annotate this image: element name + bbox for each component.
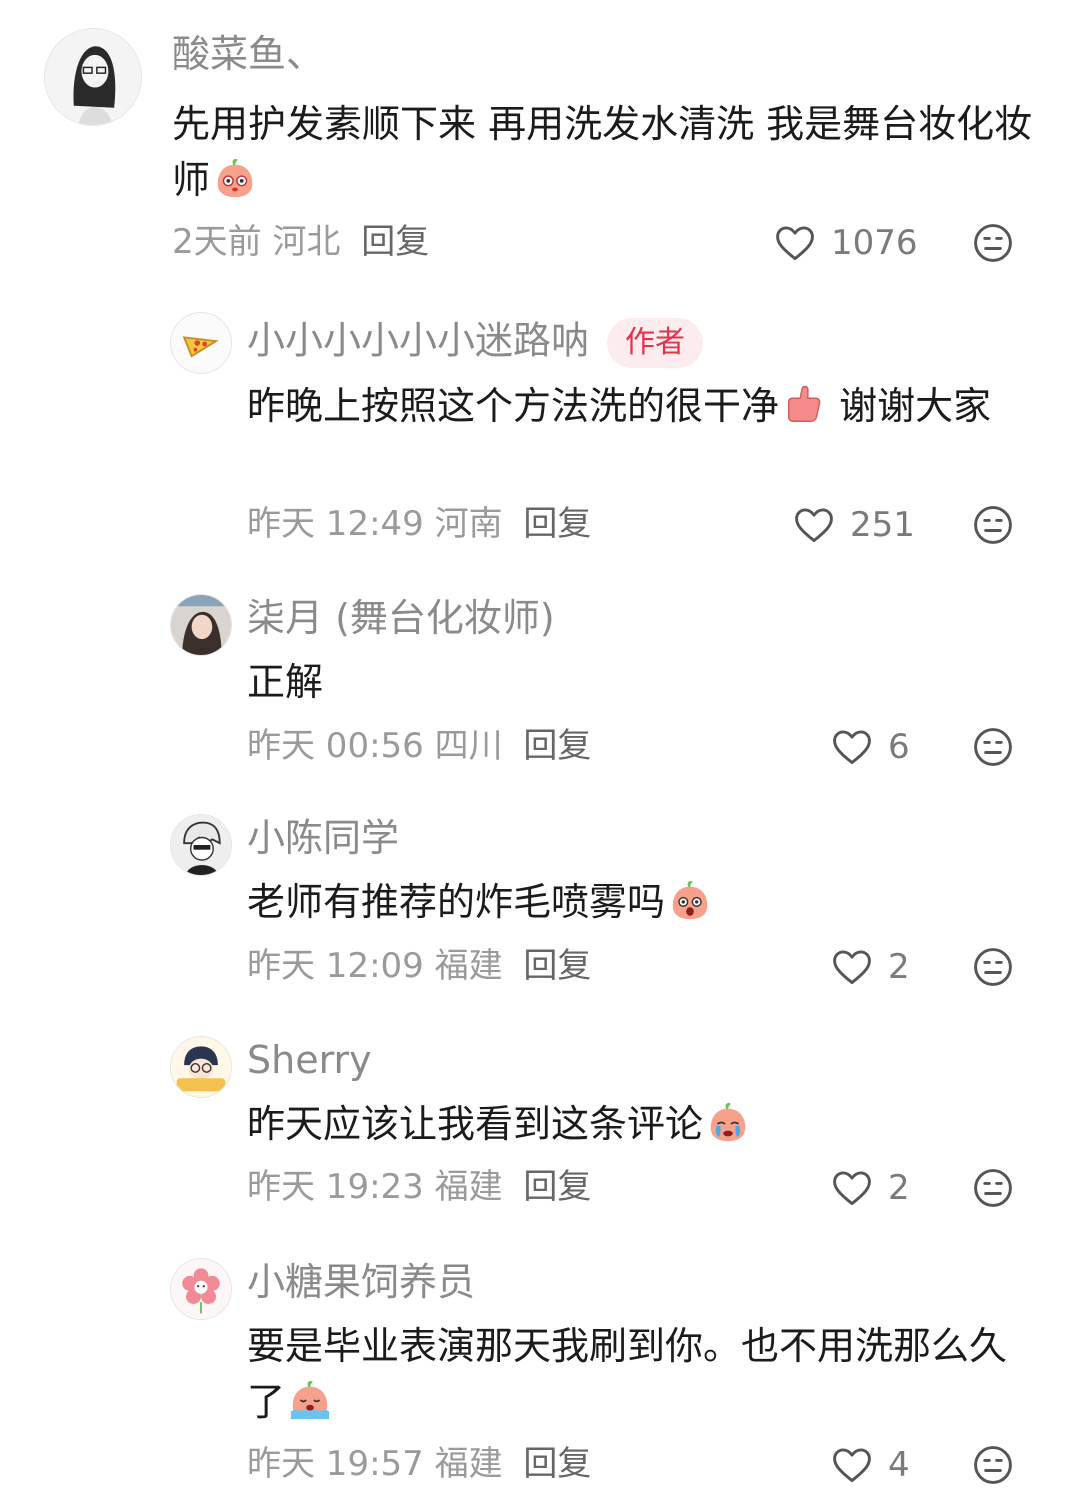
comment-username[interactable]: 小糖果饲养员 [247,1260,475,1304]
neutral-face-icon [974,728,1012,766]
like-count: 1076 [831,223,918,263]
comment-text: 正解 [247,660,324,704]
peach-shock-emoji [672,881,708,920]
comment-username[interactable]: 小陈同学 [247,816,399,860]
comment-item: 小小小小小小迷路呐 作者 昨晚上按照这个方法洗的很干净 谢谢大家 昨天 12:49… [0,280,1079,570]
comment-username[interactable]: Sherry [247,1038,372,1082]
reply-button[interactable]: 回复 [361,222,429,262]
avatar-cartoon-glasses-icon [171,1037,231,1097]
comment-meta: 2天前 河北 回复 [172,222,429,262]
heart-icon [776,226,814,261]
comment-meta: 昨天 00:56 四川 回复 [247,726,591,766]
comment-item: 酸菜鱼、 先用护发素顺下来 再用洗发水清洗 我是舞台妆化妆师 2天前 河北 回复… [0,0,1079,280]
dislike-button[interactable] [971,1443,1015,1487]
reply-button[interactable]: 回复 [523,1444,591,1484]
avatar-flower-icon [171,1259,231,1319]
heart-icon [833,730,871,765]
neutral-face-icon [974,1169,1012,1207]
comment-text: 老师有推荐的炸毛喷雾吗 [247,874,1037,930]
like-count: 251 [850,505,915,545]
comment-item: 小陈同学 老师有推荐的炸毛喷雾吗 昨天 12:09 福建 回复 2 [0,790,1079,1010]
comment-time: 昨天 19:57 [247,1444,424,1484]
like-button[interactable]: 4 [830,1443,930,1487]
peach-wow-emoji [217,159,253,198]
comment-meta: 昨天 19:23 福建 回复 [247,1167,591,1207]
neutral-face-icon [974,224,1012,262]
user-avatar[interactable] [170,1258,232,1320]
like-count: 2 [888,947,910,987]
comment-text: 昨晚上按照这个方法洗的很干净 谢谢大家 [247,378,1037,434]
comment-meta: 昨天 19:57 福建 回复 [247,1444,591,1484]
reply-button[interactable]: 回复 [523,504,591,544]
comment-meta: 昨天 12:49 河南 回复 [247,504,591,544]
like-count: 2 [888,1168,910,1208]
user-avatar[interactable] [170,312,232,374]
heart-icon [833,950,871,985]
comment-location: 福建 [434,1167,503,1207]
comment-username[interactable]: 小小小小小小迷路呐 [247,319,589,363]
comment-text: 昨天应该让我看到这条评论 [247,1096,1037,1152]
heart-icon [833,1171,871,1206]
avatar-girl-sketch-icon [45,29,141,125]
neutral-face-icon [974,1446,1012,1484]
like-button[interactable]: 6 [830,725,930,769]
comment-text: 先用护发素顺下来 再用洗发水清洗 我是舞台妆化妆师 [172,102,1033,202]
dislike-button[interactable] [971,503,1015,547]
reply-button[interactable]: 回复 [523,726,591,766]
comment-location: 河北 [272,222,341,262]
comment-time: 昨天 19:23 [247,1167,424,1207]
comment-location: 福建 [434,1444,503,1484]
comment-username[interactable]: 柒月 (舞台化妆师) [247,596,555,640]
dislike-button[interactable] [971,1166,1015,1210]
peach-cry-emoji [710,1103,746,1142]
peach-sob-emoji [290,1381,330,1420]
reply-button[interactable]: 回复 [523,946,591,986]
user-avatar[interactable] [170,1036,232,1098]
like-button[interactable]: 2 [830,945,930,989]
comment-time: 昨天 12:49 [247,504,424,544]
comment-username[interactable]: 酸菜鱼、 [172,32,324,76]
heart-icon [833,1448,871,1483]
comment-item: 柒月 (舞台化妆师) 正解 昨天 00:56 四川 回复 6 [0,570,1079,790]
comment-location: 四川 [434,726,503,766]
comment-location: 河南 [434,504,503,544]
dislike-button[interactable] [971,221,1015,265]
pizza-slice-icon [171,313,231,373]
like-button[interactable]: 251 [792,503,922,547]
user-avatar[interactable] [44,28,142,126]
like-count: 6 [888,727,910,767]
neutral-face-icon [974,948,1012,986]
avatar-anime-boy-icon [171,815,231,875]
comment-thread: 酸菜鱼、 先用护发素顺下来 再用洗发水清洗 我是舞台妆化妆师 2天前 河北 回复… [0,0,1079,1511]
like-button[interactable]: 2 [830,1166,930,1210]
comment-time: 昨天 00:56 [247,726,424,766]
comment-location: 福建 [434,946,503,986]
neutral-face-icon [974,506,1012,544]
comment-text: 要是毕业表演那天我刷到你。也不用洗那么久了 [247,1324,1008,1424]
like-count: 4 [888,1445,910,1485]
comment-time: 2天前 [172,222,262,262]
comment-username-row: 小小小小小小迷路呐 作者 [247,318,704,368]
dislike-button[interactable] [971,725,1015,769]
comment-time: 昨天 12:09 [247,946,424,986]
avatar-photo-girl-icon [171,595,231,655]
thumbs-up-emoji [787,385,821,422]
user-avatar[interactable] [170,814,232,876]
comment-meta: 昨天 12:09 福建 回复 [247,946,591,986]
reply-button[interactable]: 回复 [523,1167,591,1207]
user-avatar[interactable] [170,594,232,656]
author-badge: 作者 [607,318,704,368]
comment-item: Sherry 昨天应该让我看到这条评论 昨天 19:23 福建 回复 2 [0,1010,1079,1230]
heart-icon [795,508,833,543]
like-button[interactable]: 1076 [773,221,923,265]
comment-item: 小糖果饲养员 要是毕业表演那天我刷到你。也不用洗那么久了 昨天 19:57 福建… [0,1230,1079,1511]
dislike-button[interactable] [971,945,1015,989]
